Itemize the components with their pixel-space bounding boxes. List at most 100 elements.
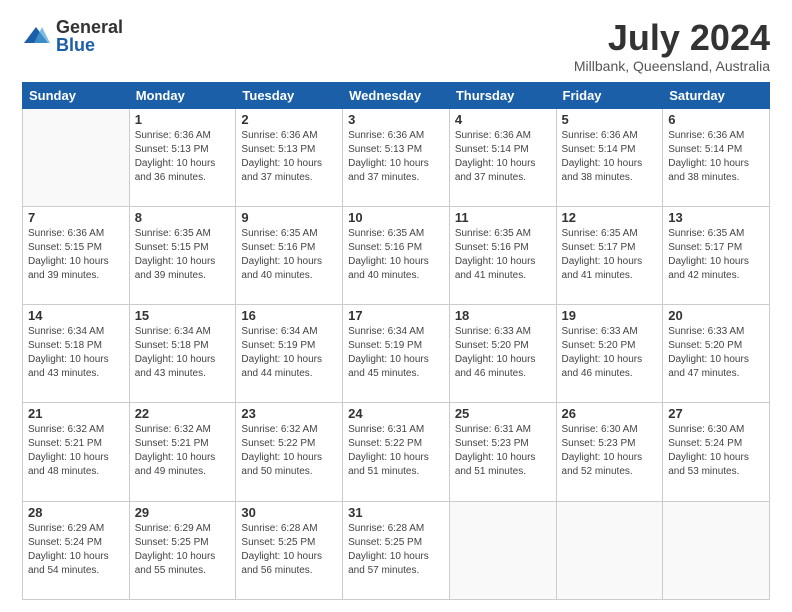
day-info: Sunrise: 6:32 AMSunset: 5:21 PMDaylight:… bbox=[28, 423, 124, 479]
day-info: Sunrise: 6:30 AMSunset: 5:24 PMDaylight:… bbox=[668, 423, 764, 479]
logo-icon bbox=[22, 25, 50, 47]
day-number: 24 bbox=[348, 406, 444, 421]
table-row: 5 Sunrise: 6:36 AMSunset: 5:14 PMDaylight… bbox=[556, 108, 663, 206]
day-info: Sunrise: 6:36 AMSunset: 5:15 PMDaylight:… bbox=[28, 227, 124, 283]
table-row: 8Sunrise: 6:35 AMSunset: 5:15 PMDaylight… bbox=[129, 206, 236, 304]
table-row: 4 Sunrise: 6:36 AMSunset: 5:14 PMDaylight… bbox=[449, 108, 556, 206]
day-number: 15 bbox=[135, 308, 231, 323]
table-row: 26 Sunrise: 6:30 AMSunset: 5:23 PMDayligh… bbox=[556, 403, 663, 501]
day-info: Sunrise: 6:36 AMSunset: 5:13 PMDaylight:… bbox=[135, 129, 231, 185]
logo-text: General Blue bbox=[56, 18, 123, 54]
day-number: 30 bbox=[241, 505, 337, 520]
col-tuesday: Tuesday bbox=[236, 82, 343, 108]
main-title: July 2024 bbox=[574, 18, 770, 58]
day-number: 26 bbox=[562, 406, 658, 421]
table-row: 2 Sunrise: 6:36 AMSunset: 5:13 PMDaylight… bbox=[236, 108, 343, 206]
day-number: 22 bbox=[135, 406, 231, 421]
day-info: Sunrise: 6:28 AMSunset: 5:25 PMDaylight:… bbox=[348, 522, 444, 578]
day-info: Sunrise: 6:28 AMSunset: 5:25 PMDaylight:… bbox=[241, 522, 337, 578]
day-info: Sunrise: 6:29 AMSunset: 5:24 PMDaylight:… bbox=[28, 522, 124, 578]
calendar-table: Sunday Monday Tuesday Wednesday Thursday… bbox=[22, 82, 770, 600]
page: General Blue July 2024 Millbank, Queensl… bbox=[0, 0, 792, 612]
day-info: Sunrise: 6:35 AMSunset: 5:16 PMDaylight:… bbox=[241, 227, 337, 283]
table-row bbox=[23, 108, 130, 206]
day-number: 27 bbox=[668, 406, 764, 421]
logo: General Blue bbox=[22, 18, 123, 54]
table-row: 20Sunrise: 6:33 AMSunset: 5:20 PMDayligh… bbox=[663, 305, 770, 403]
table-row: 29Sunrise: 6:29 AMSunset: 5:25 PMDayligh… bbox=[129, 501, 236, 599]
day-number: 16 bbox=[241, 308, 337, 323]
table-row: 14 Sunrise: 6:34 AMSunset: 5:18 PMDayligh… bbox=[23, 305, 130, 403]
day-number: 3 bbox=[348, 112, 444, 127]
table-row: 1Sunrise: 6:36 AMSunset: 5:13 PMDaylight… bbox=[129, 108, 236, 206]
day-number: 21 bbox=[28, 406, 124, 421]
table-row: 19Sunrise: 6:33 AMSunset: 5:20 PMDayligh… bbox=[556, 305, 663, 403]
title-area: July 2024 Millbank, Queensland, Australi… bbox=[574, 18, 770, 74]
logo-general: General bbox=[56, 18, 123, 36]
day-number: 11 bbox=[455, 210, 551, 225]
table-row: 17 Sunrise: 6:34 AMSunset: 5:19 PMDayligh… bbox=[343, 305, 450, 403]
day-info: Sunrise: 6:36 AMSunset: 5:14 PMDaylight:… bbox=[668, 129, 764, 185]
day-info: Sunrise: 6:35 AMSunset: 5:16 PMDaylight:… bbox=[348, 227, 444, 283]
day-number: 2 bbox=[241, 112, 337, 127]
day-number: 9 bbox=[241, 210, 337, 225]
day-info: Sunrise: 6:36 AMSunset: 5:14 PMDaylight:… bbox=[455, 129, 551, 185]
table-row: 13 Sunrise: 6:35 AMSunset: 5:17 PMDayligh… bbox=[663, 206, 770, 304]
table-row: 16 Sunrise: 6:34 AMSunset: 5:19 PMDayligh… bbox=[236, 305, 343, 403]
col-friday: Friday bbox=[556, 82, 663, 108]
day-info: Sunrise: 6:34 AMSunset: 5:18 PMDaylight:… bbox=[135, 325, 231, 381]
day-number: 10 bbox=[348, 210, 444, 225]
col-saturday: Saturday bbox=[663, 82, 770, 108]
table-row: 10 Sunrise: 6:35 AMSunset: 5:16 PMDayligh… bbox=[343, 206, 450, 304]
day-info: Sunrise: 6:33 AMSunset: 5:20 PMDaylight:… bbox=[668, 325, 764, 381]
day-number: 13 bbox=[668, 210, 764, 225]
day-number: 5 bbox=[562, 112, 658, 127]
day-info: Sunrise: 6:34 AMSunset: 5:19 PMDaylight:… bbox=[241, 325, 337, 381]
calendar-week-row: 1Sunrise: 6:36 AMSunset: 5:13 PMDaylight… bbox=[23, 108, 770, 206]
day-number: 17 bbox=[348, 308, 444, 323]
table-row: 21 Sunrise: 6:32 AMSunset: 5:21 PMDayligh… bbox=[23, 403, 130, 501]
table-row: 12 Sunrise: 6:35 AMSunset: 5:17 PMDayligh… bbox=[556, 206, 663, 304]
col-thursday: Thursday bbox=[449, 82, 556, 108]
day-info: Sunrise: 6:29 AMSunset: 5:25 PMDaylight:… bbox=[135, 522, 231, 578]
table-row bbox=[449, 501, 556, 599]
table-row: 25 Sunrise: 6:31 AMSunset: 5:23 PMDayligh… bbox=[449, 403, 556, 501]
day-number: 4 bbox=[455, 112, 551, 127]
day-number: 28 bbox=[28, 505, 124, 520]
day-info: Sunrise: 6:34 AMSunset: 5:18 PMDaylight:… bbox=[28, 325, 124, 381]
day-info: Sunrise: 6:35 AMSunset: 5:16 PMDaylight:… bbox=[455, 227, 551, 283]
day-info: Sunrise: 6:31 AMSunset: 5:23 PMDaylight:… bbox=[455, 423, 551, 479]
table-row: 9 Sunrise: 6:35 AMSunset: 5:16 PMDaylight… bbox=[236, 206, 343, 304]
subtitle: Millbank, Queensland, Australia bbox=[574, 58, 770, 74]
calendar-week-row: 14 Sunrise: 6:34 AMSunset: 5:18 PMDayligh… bbox=[23, 305, 770, 403]
header: General Blue July 2024 Millbank, Queensl… bbox=[22, 18, 770, 74]
day-info: Sunrise: 6:35 AMSunset: 5:15 PMDaylight:… bbox=[135, 227, 231, 283]
col-wednesday: Wednesday bbox=[343, 82, 450, 108]
day-number: 6 bbox=[668, 112, 764, 127]
table-row: 18Sunrise: 6:33 AMSunset: 5:20 PMDayligh… bbox=[449, 305, 556, 403]
day-info: Sunrise: 6:36 AMSunset: 5:13 PMDaylight:… bbox=[241, 129, 337, 185]
day-number: 7 bbox=[28, 210, 124, 225]
day-info: Sunrise: 6:31 AMSunset: 5:22 PMDaylight:… bbox=[348, 423, 444, 479]
day-number: 23 bbox=[241, 406, 337, 421]
day-number: 12 bbox=[562, 210, 658, 225]
table-row: 23Sunrise: 6:32 AMSunset: 5:22 PMDayligh… bbox=[236, 403, 343, 501]
table-row: 24 Sunrise: 6:31 AMSunset: 5:22 PMDayligh… bbox=[343, 403, 450, 501]
day-number: 25 bbox=[455, 406, 551, 421]
table-row: 31Sunrise: 6:28 AMSunset: 5:25 PMDayligh… bbox=[343, 501, 450, 599]
col-monday: Monday bbox=[129, 82, 236, 108]
day-info: Sunrise: 6:35 AMSunset: 5:17 PMDaylight:… bbox=[562, 227, 658, 283]
day-info: Sunrise: 6:34 AMSunset: 5:19 PMDaylight:… bbox=[348, 325, 444, 381]
col-sunday: Sunday bbox=[23, 82, 130, 108]
day-info: Sunrise: 6:35 AMSunset: 5:17 PMDaylight:… bbox=[668, 227, 764, 283]
day-info: Sunrise: 6:36 AMSunset: 5:13 PMDaylight:… bbox=[348, 129, 444, 185]
logo-blue: Blue bbox=[56, 36, 123, 54]
day-info: Sunrise: 6:36 AMSunset: 5:14 PMDaylight:… bbox=[562, 129, 658, 185]
day-info: Sunrise: 6:30 AMSunset: 5:23 PMDaylight:… bbox=[562, 423, 658, 479]
table-row: 7 Sunrise: 6:36 AMSunset: 5:15 PMDaylight… bbox=[23, 206, 130, 304]
table-row: 15 Sunrise: 6:34 AMSunset: 5:18 PMDayligh… bbox=[129, 305, 236, 403]
day-number: 14 bbox=[28, 308, 124, 323]
day-info: Sunrise: 6:33 AMSunset: 5:20 PMDaylight:… bbox=[562, 325, 658, 381]
day-info: Sunrise: 6:32 AMSunset: 5:21 PMDaylight:… bbox=[135, 423, 231, 479]
table-row: 30 Sunrise: 6:28 AMSunset: 5:25 PMDayligh… bbox=[236, 501, 343, 599]
